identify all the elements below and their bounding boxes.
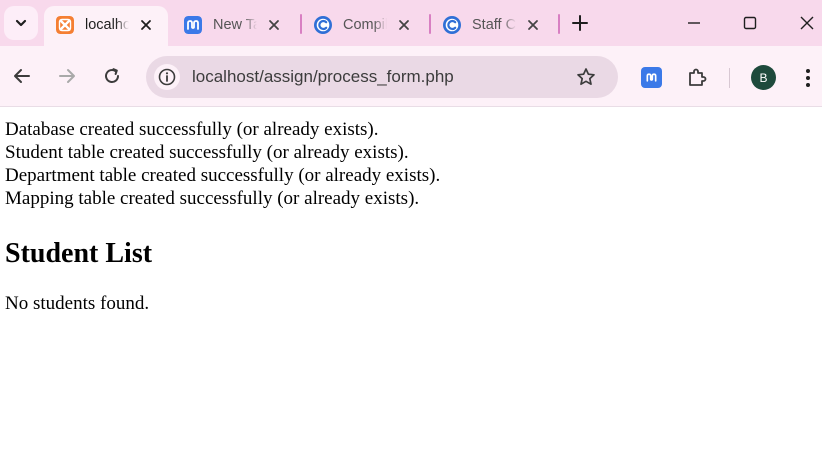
site-info-button[interactable] [154, 64, 180, 90]
tab-close-button[interactable] [263, 14, 285, 36]
bookmark-button[interactable] [574, 65, 598, 89]
puzzle-icon [689, 68, 707, 86]
c-icon [443, 16, 461, 34]
tab-close-button[interactable] [393, 14, 415, 36]
tab-search-button[interactable] [4, 6, 38, 40]
tab-close-button[interactable] [135, 14, 157, 36]
tab-close-button[interactable] [522, 14, 544, 36]
empty-state-text: No students found. [5, 293, 150, 314]
reload-icon [105, 68, 119, 83]
tab-staff-compiler[interactable]: Staff Compiler [431, 6, 555, 46]
extension-app-button[interactable] [641, 67, 662, 88]
tab-title: Compiler [343, 17, 387, 33]
toolbar-divider [729, 68, 730, 88]
xampp-icon [56, 16, 74, 34]
status-message: Department table created successfully (o… [5, 165, 441, 186]
arrow-right-icon [59, 69, 75, 83]
maximize-icon [743, 16, 757, 30]
browser-toolbar: localhost/assign/process_form.php B [0, 46, 822, 107]
minimize-button[interactable] [674, 8, 714, 38]
tab-title: Staff Compiler [472, 17, 516, 33]
app-icon [646, 73, 657, 82]
page-heading: Student List [5, 238, 153, 269]
close-icon [800, 16, 814, 30]
menu-button[interactable] [796, 64, 820, 92]
maximize-button[interactable] [730, 8, 770, 38]
tab-new-tab[interactable]: New Tab [172, 6, 296, 46]
status-message: Mapping table created successfully (or a… [5, 188, 420, 209]
more-vertical-icon [806, 69, 810, 87]
url-text[interactable]: localhost/assign/process_form.php [192, 67, 454, 87]
arrow-left-icon [14, 69, 30, 83]
close-window-button[interactable] [787, 8, 822, 38]
tab-separator [558, 14, 560, 34]
tab-title: localhost/assign/process_form.php [85, 17, 129, 33]
page-content: Database created successfully (or alread… [5, 118, 440, 315]
profile-avatar[interactable]: B [751, 65, 776, 90]
close-icon [399, 20, 409, 30]
tab-active[interactable]: localhost/assign/process_form.php [44, 6, 168, 46]
chevron-down-icon [15, 19, 27, 27]
back-button[interactable] [5, 59, 39, 93]
status-message: Student table created successfully (or a… [5, 142, 409, 163]
close-icon [269, 20, 279, 30]
app-icon [184, 16, 202, 34]
plus-icon [572, 15, 588, 31]
address-bar[interactable]: localhost/assign/process_form.php [146, 56, 618, 98]
forward-button[interactable] [50, 59, 84, 93]
new-tab-button[interactable] [568, 11, 592, 35]
reload-button[interactable] [95, 59, 129, 93]
c-icon [314, 16, 332, 34]
extensions-button[interactable] [684, 64, 710, 90]
tab-title: New Tab [213, 17, 257, 33]
close-icon [141, 20, 151, 30]
info-icon [158, 68, 176, 86]
star-icon [577, 68, 595, 86]
tab-strip: localhost/assign/process_form.php New Ta… [0, 0, 822, 46]
tab-compiler[interactable]: Compiler [302, 6, 426, 46]
minimize-icon [688, 22, 700, 24]
close-icon [528, 20, 538, 30]
status-message: Database created successfully (or alread… [5, 119, 379, 140]
